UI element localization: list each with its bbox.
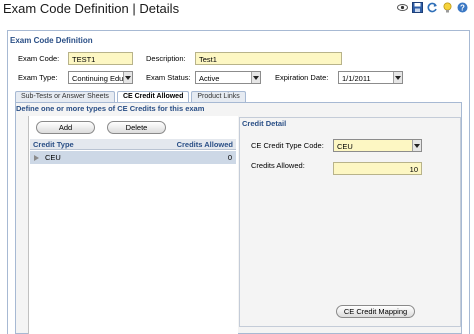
column-credits-allowed[interactable]: Credits Allowed (177, 140, 233, 149)
credits-allowed-label: Credits Allowed: (251, 161, 305, 170)
page-title: Exam Code Definition | Details (3, 1, 180, 16)
description-label: Description: (146, 54, 186, 63)
add-button[interactable]: Add (36, 121, 95, 134)
tab-ce-credit-allowed[interactable]: CE Credit Allowed (116, 91, 190, 102)
section-label: Exam Code Definition (10, 36, 93, 45)
exam-status-label: Exam Status: (146, 73, 191, 82)
ce-credit-type-code-label: CE Credit Type Code: (251, 141, 324, 150)
tab-product-links[interactable]: Product Links (191, 91, 246, 102)
ce-credit-type-code-value: CEU (337, 142, 353, 151)
credit-detail-heading: Credit Detail (242, 119, 287, 128)
ce-credit-mapping-button[interactable]: CE Credit Mapping (336, 305, 415, 318)
delete-button[interactable]: Delete (107, 121, 166, 134)
exam-type-label: Exam Type: (18, 73, 58, 82)
exam-type-value: Continuing Educ (72, 74, 128, 83)
row-credit-type: CEU (45, 153, 61, 162)
credits-allowed-field[interactable]: 10 (333, 162, 422, 175)
column-credit-type[interactable]: Credit Type (33, 140, 74, 149)
credits-grid-header: Credit Type Credits Allowed (30, 139, 236, 150)
table-row[interactable]: CEU 0 (30, 151, 236, 164)
expiration-date-select[interactable]: 1/1/2011 (338, 71, 403, 84)
exam-status-value: Active (199, 74, 220, 83)
ce-credit-type-code-select[interactable]: CEU (333, 139, 422, 152)
toolbar: ? (397, 2, 468, 13)
help-icon[interactable]: ? (457, 2, 468, 13)
chevron-down-icon[interactable] (412, 140, 421, 151)
description-field[interactable]: Test1 (195, 52, 342, 65)
row-expand-icon[interactable] (34, 154, 39, 163)
tab-sub-tests[interactable]: Sub-Tests or Answer Sheets (15, 91, 115, 102)
exam-status-select[interactable]: Active (195, 71, 261, 84)
expiration-date-value: 1/1/2011 (342, 74, 371, 83)
tip-lightbulb-icon[interactable] (442, 2, 453, 13)
expiration-date-label: Expiration Date: (275, 73, 329, 82)
detail-tabs: Sub-Tests or Answer Sheets CE Credit All… (15, 91, 246, 102)
save-icon[interactable] (412, 2, 423, 13)
exam-type-select[interactable]: Continuing Educ (68, 71, 133, 84)
row-credits-allowed: 0 (227, 153, 232, 162)
exam-code-field[interactable]: TEST1 (68, 52, 133, 65)
chevron-down-icon[interactable] (123, 72, 132, 83)
view-icon[interactable] (397, 2, 408, 13)
credits-heading: Define one or more types of CE Credits f… (16, 104, 205, 113)
chevron-down-icon[interactable] (251, 72, 260, 83)
refresh-icon[interactable] (427, 2, 438, 13)
chevron-down-icon[interactable] (393, 72, 402, 83)
svg-text:?: ? (460, 3, 465, 12)
exam-code-label: Exam Code: (18, 54, 60, 63)
page-header: Exam Code Definition | Details ? (0, 0, 474, 22)
